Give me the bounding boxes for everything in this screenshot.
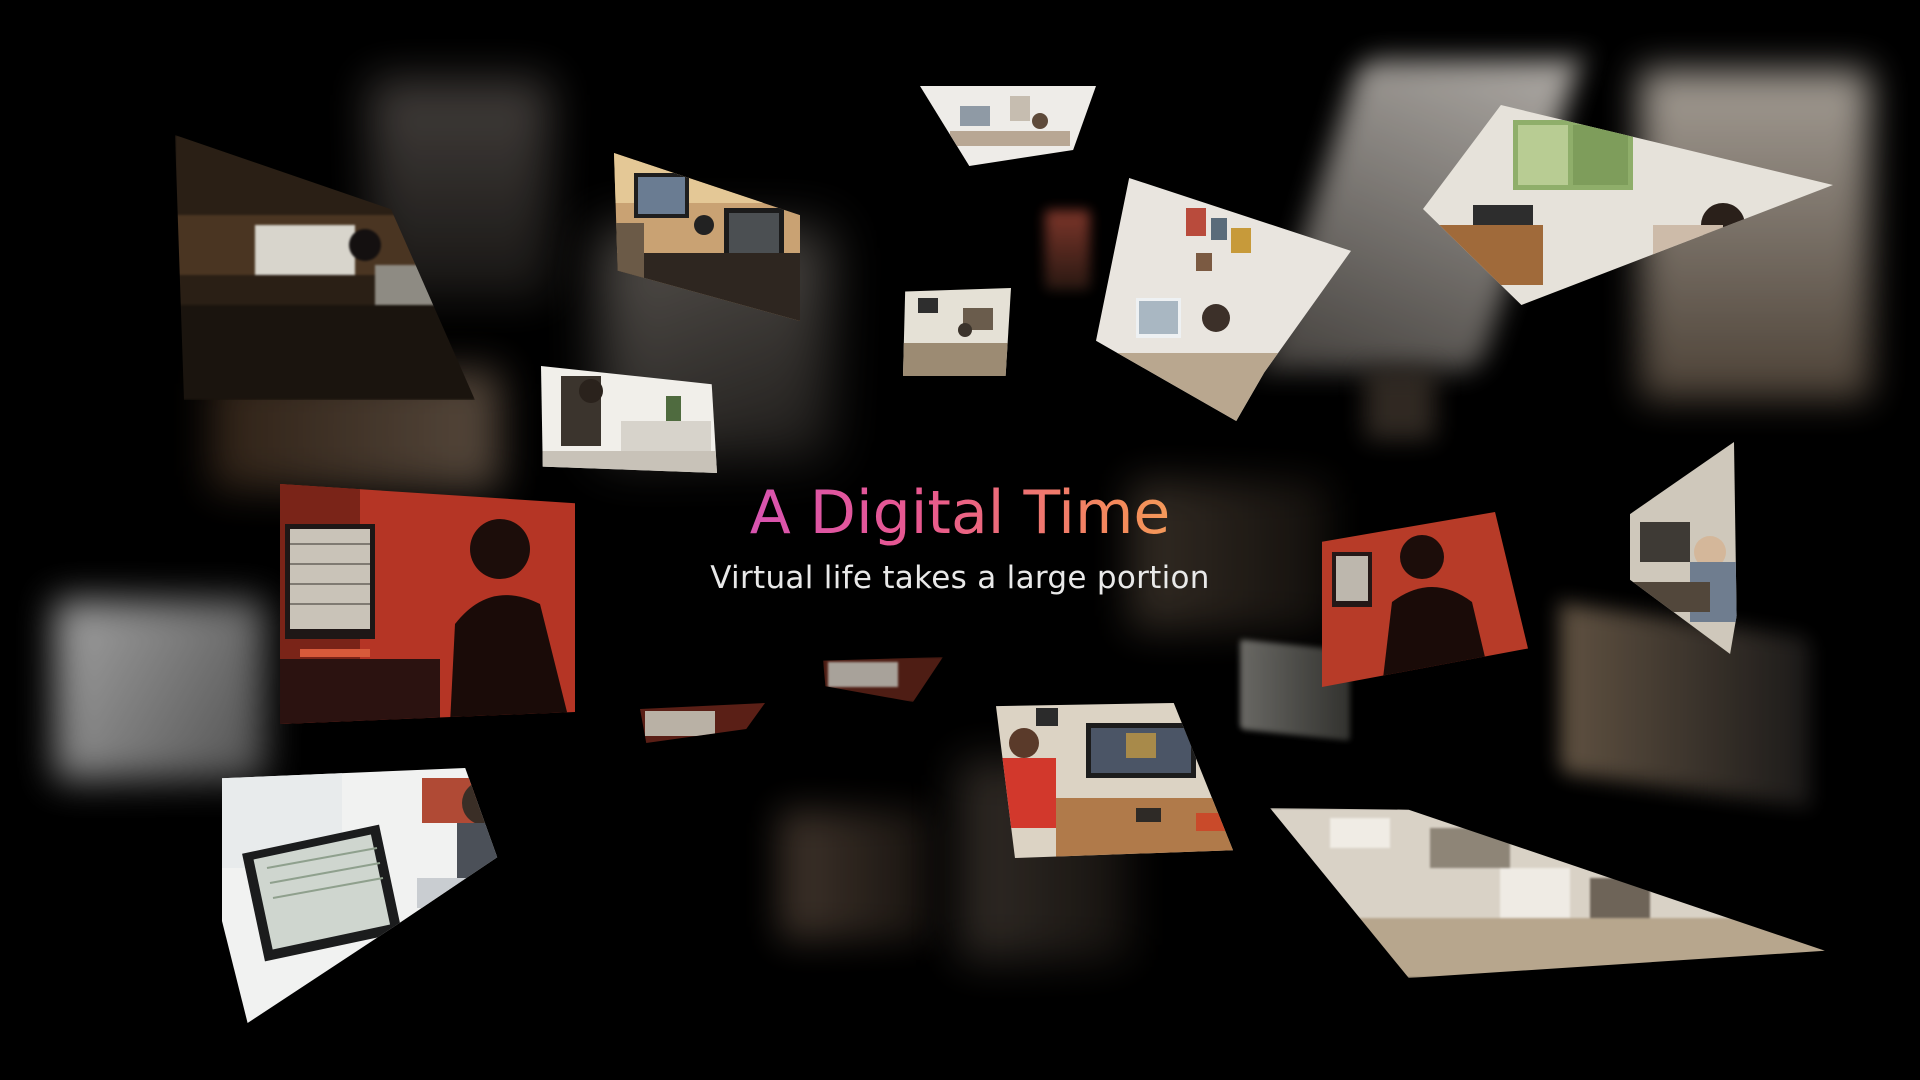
photo-person-desk-plant xyxy=(541,366,717,473)
slide-canvas: A Digital Time Virtual life takes a larg… xyxy=(0,0,1920,1080)
blur-tile-bottom-center xyxy=(780,810,930,940)
small-red-monitor-tile xyxy=(640,703,765,743)
slide-title: A Digital Time xyxy=(560,480,1360,546)
blur-tile-small-red xyxy=(1045,210,1090,290)
photo-red-room-silhouette xyxy=(280,484,575,724)
blur-tile-right-dark-room xyxy=(1560,602,1810,808)
small-dark-monitor-tile xyxy=(823,657,943,702)
photo-man-red-shirt-editing xyxy=(996,703,1233,858)
photo-bottom-right-room xyxy=(1270,808,1825,978)
photo-man-spreadsheet xyxy=(222,768,498,1023)
photo-white-desk-top xyxy=(920,86,1096,166)
blur-tile-left xyxy=(55,600,265,780)
title-block: A Digital Time Virtual life takes a larg… xyxy=(560,480,1360,596)
blur-tile-mid-right-small xyxy=(1365,370,1435,440)
slide-subtitle: Virtual life takes a large portion xyxy=(710,560,1210,596)
photo-small-desk-room xyxy=(903,288,1011,376)
